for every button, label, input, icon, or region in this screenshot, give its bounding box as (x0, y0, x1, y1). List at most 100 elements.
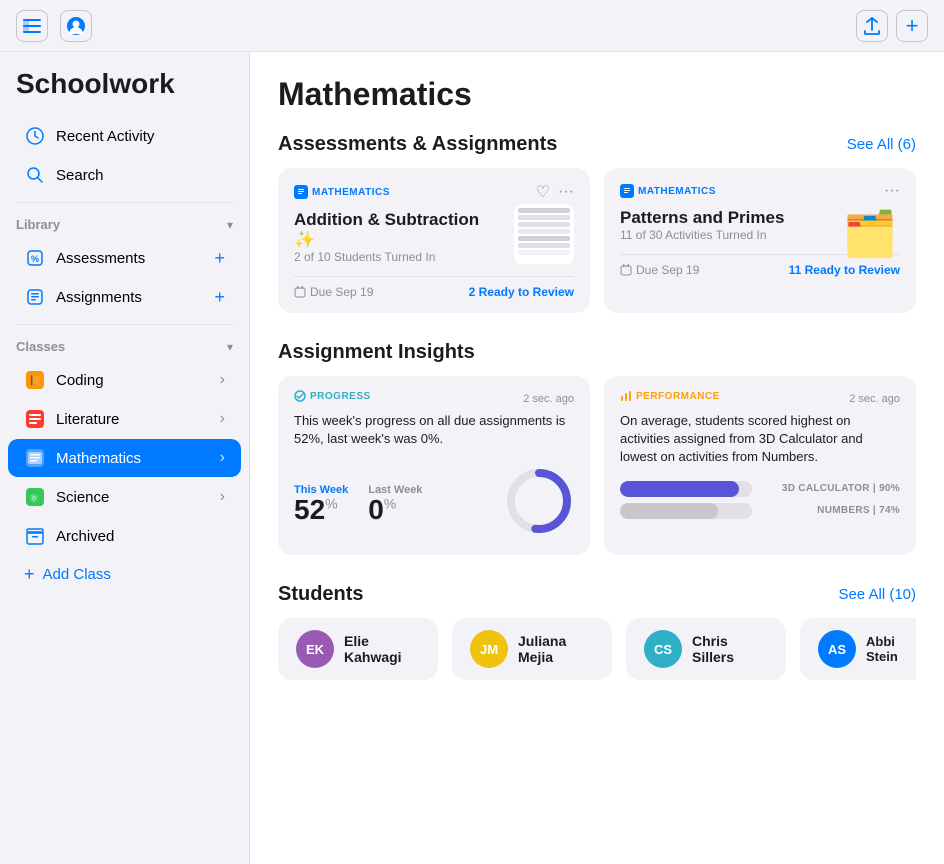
card1-more-icon[interactable]: ··· (558, 183, 574, 201)
perf-bar-fill-1 (620, 481, 739, 497)
title-bar-right: + (856, 10, 928, 42)
assignments-label: Assignments (56, 289, 204, 306)
assignment-card-2[interactable]: MATHEMATICS ··· Patterns and Primes 11 o… (604, 168, 916, 313)
student-card-ek[interactable]: EK Elie Kahwagi (278, 618, 438, 680)
performance-timestamp: 2 sec. ago (849, 393, 900, 405)
card2-more-icon[interactable]: ··· (884, 182, 900, 200)
student-avatar-cs: CS (644, 630, 682, 668)
card2-tag: MATHEMATICS (620, 184, 716, 198)
sidebar-item-coding[interactable]: 📙 Coding › (8, 361, 241, 399)
svg-text:⚛: ⚛ (29, 493, 39, 505)
export-button[interactable] (856, 10, 888, 42)
assignment-card-1[interactable]: MATHEMATICS ♡ ··· Addition & Subtraction… (278, 168, 590, 313)
sidebar-item-mathematics[interactable]: Mathematics › (8, 439, 241, 477)
student-name-jm: Juliana Mejia (518, 633, 594, 665)
assignments-icon (24, 286, 46, 308)
sidebar-item-science[interactable]: ⚛ Science › (8, 478, 241, 516)
progress-text: This week's progress on all due assignme… (294, 412, 574, 452)
mathematics-chevron-icon: › (220, 449, 225, 467)
assessments-icon: % (24, 247, 46, 269)
card1-top: MATHEMATICS ♡ ··· (294, 182, 574, 202)
perf-bar-label-2: NUMBERS | 74% (760, 505, 900, 516)
mathematics-label: Mathematics (56, 450, 210, 467)
perf-bar-row-1: 3D CALCULATOR | 90% (620, 481, 900, 497)
clock-icon (24, 125, 46, 147)
assessments-add-icon[interactable]: + (214, 248, 225, 269)
performance-bars: 3D CALCULATOR | 90% NUMBERS | 74% (620, 481, 900, 519)
divider-1 (16, 202, 233, 203)
section1-title: Assessments & Assignments (278, 133, 557, 156)
card1-tag: MATHEMATICS (294, 185, 390, 199)
literature-icon (24, 408, 46, 430)
sidebar-item-recent-activity[interactable]: Recent Activity (8, 117, 241, 155)
insight-card-progress: PROGRESS 2 sec. ago This week's progress… (278, 376, 590, 555)
library-section-header[interactable]: Library ▾ (0, 211, 249, 238)
section2-title: Assignment Insights (278, 341, 475, 364)
sidebar-toggle-button[interactable] (16, 10, 48, 42)
student-name-cs: Chris Sillers (692, 633, 768, 665)
sidebar-item-assessments[interactable]: % Assessments + (8, 239, 241, 277)
student-avatar-jm: JM (470, 630, 508, 668)
last-week-stat: Last Week 0% (368, 484, 422, 524)
sidebar-item-literature[interactable]: Literature › (8, 400, 241, 438)
literature-chevron-icon: › (220, 410, 225, 428)
student-card-cs[interactable]: CS Chris Sillers (626, 618, 786, 680)
card2-review[interactable]: 11 Ready to Review (789, 263, 900, 277)
main-layout: Schoolwork Recent Activity Search (0, 52, 944, 864)
coding-chevron-icon: › (220, 371, 225, 389)
add-button[interactable]: + (896, 10, 928, 42)
classes-chevron-icon: ▾ (227, 340, 233, 354)
science-icon: ⚛ (24, 486, 46, 508)
assignments-add-icon[interactable]: + (214, 287, 225, 308)
profile-button[interactable] (60, 10, 92, 42)
add-class-button[interactable]: + Add Class (8, 556, 241, 593)
perf-bar-label-1: 3D CALCULATOR | 90% (760, 483, 900, 494)
this-week-stat: This Week 52% (294, 484, 348, 524)
card2-tag-icon (620, 184, 634, 198)
card1-thumbnail (514, 204, 574, 264)
page-title: Mathematics (278, 76, 916, 113)
classes-section-header[interactable]: Classes ▾ (0, 333, 249, 360)
card1-actions: ♡ ··· (536, 182, 574, 202)
student-name-as: Abbi Stein (866, 634, 898, 664)
card1-title: Addition & Subtraction ✨ (294, 210, 504, 250)
card2-subtitle: 11 of 30 Activities Turned In (620, 228, 830, 242)
card1-review[interactable]: 2 Ready to Review (469, 285, 574, 299)
mathematics-icon (24, 447, 46, 469)
sidebar-item-archived[interactable]: Archived (8, 517, 241, 555)
svg-text:📙: 📙 (29, 375, 41, 387)
section3-title: Students (278, 583, 364, 606)
sidebar: Schoolwork Recent Activity Search (0, 52, 250, 864)
sidebar-item-assignments[interactable]: Assignments + (8, 278, 241, 316)
science-chevron-icon: › (220, 488, 225, 506)
student-card-as[interactable]: AS Abbi Stein (800, 618, 916, 680)
assignment-cards-grid: MATHEMATICS ♡ ··· Addition & Subtraction… (278, 168, 916, 313)
insights-grid: PROGRESS 2 sec. ago This week's progress… (278, 376, 916, 555)
progress-label: PROGRESS (294, 390, 371, 402)
section3-see-all[interactable]: See All (10) (838, 586, 916, 603)
assessments-label: Assessments (56, 250, 204, 267)
search-label: Search (56, 167, 225, 184)
search-icon (24, 164, 46, 186)
recent-activity-label: Recent Activity (56, 128, 225, 145)
progress-donut (504, 466, 574, 541)
student-avatar-as: AS (818, 630, 856, 668)
this-week-value: 52% (294, 496, 348, 524)
perf-bar-fill-2 (620, 503, 718, 519)
perf-bar-bg-2 (620, 503, 752, 519)
card2-actions: ··· (884, 182, 900, 200)
archived-icon (24, 525, 46, 547)
students-row: EK Elie Kahwagi JM Juliana Mejia CS Chri… (278, 618, 916, 680)
student-card-jm[interactable]: JM Juliana Mejia (452, 618, 612, 680)
progress-timestamp: 2 sec. ago (523, 393, 574, 405)
student-name-ek: Elie Kahwagi (344, 633, 420, 665)
section1-header: Assessments & Assignments See All (6) (278, 133, 916, 156)
section2-header: Assignment Insights (278, 341, 916, 364)
literature-label: Literature (56, 411, 210, 428)
card1-heart-icon[interactable]: ♡ (536, 182, 550, 202)
sidebar-item-search[interactable]: Search (8, 156, 241, 194)
add-class-plus-icon: + (24, 564, 35, 585)
coding-label: Coding (56, 372, 210, 389)
perf-bar-bg-1 (620, 481, 752, 497)
section1-see-all[interactable]: See All (6) (847, 136, 916, 153)
